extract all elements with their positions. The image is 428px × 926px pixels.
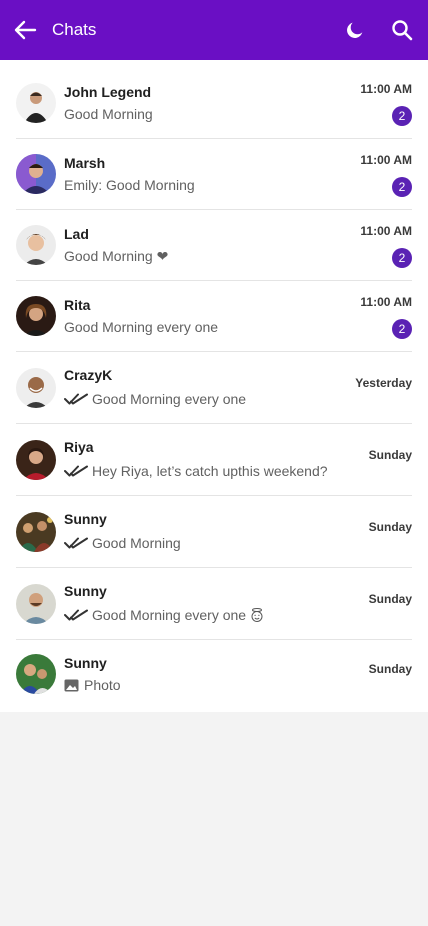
avatar: [16, 83, 56, 123]
avatar: [16, 512, 56, 552]
avatar: [16, 225, 56, 265]
chat-name: Sunny: [64, 511, 107, 527]
chat-message: Photo: [64, 676, 121, 694]
avatar: [16, 654, 56, 694]
chat-message-text: Emily: Good Morning: [64, 177, 195, 193]
chat-row-riya[interactable]: Riya Hey Riya, let’s catch upthis weeken…: [0, 424, 428, 496]
unread-badge: 2: [392, 106, 412, 126]
chat-row-rita[interactable]: Rita Good Morning every one 11:00 AM 2: [0, 281, 428, 352]
smiling-face-with-halo-icon: [251, 608, 263, 622]
chat-message-text: Good Morning every one: [64, 319, 219, 335]
double-check-icon: [64, 393, 88, 405]
chat-message: Emily: Good Morning: [64, 176, 195, 194]
chat-message-text: Good Morning ❤: [64, 248, 169, 264]
chat-row-sunny[interactable]: Sunny Good Morning every one Sunday: [0, 568, 428, 640]
chat-time: Sunday: [368, 520, 412, 534]
chat-name: CrazyK: [64, 367, 113, 383]
chat-row-crazyk[interactable]: CrazyK Good Morning every one Yesterday: [0, 352, 428, 424]
chat-time: 11:00 AM: [360, 153, 412, 167]
chat-name: Riya: [64, 439, 94, 455]
chat-message: Good Morning every one: [64, 390, 246, 408]
arrow-back-icon[interactable]: [12, 18, 38, 42]
chat-message-text: Good Morning: [64, 106, 153, 122]
chat-message: Good Morning every one: [64, 318, 218, 336]
search-icon[interactable]: [390, 18, 414, 42]
unread-badge: 2: [392, 319, 412, 339]
app-bar: Chats: [0, 0, 428, 60]
chat-message-text: Photo: [84, 677, 121, 693]
chat-message: Good Morning: [64, 105, 153, 123]
chat-name: Sunny: [64, 583, 107, 599]
chat-time: 11:00 AM: [360, 82, 412, 96]
chat-name: Marsh: [64, 155, 106, 171]
avatar: [16, 584, 56, 624]
chat-message: Hey Riya, let’s catch upthis weekend?: [64, 462, 328, 480]
chat-row-sunny[interactable]: Sunny Good Morning Sunday: [0, 496, 428, 568]
chat-time: 11:00 AM: [360, 295, 412, 309]
chat-name: John Legend: [64, 84, 152, 100]
unread-badge: 2: [392, 177, 412, 197]
moon-icon[interactable]: [344, 19, 366, 41]
chat-time: Sunday: [368, 662, 412, 676]
chat-time: Yesterday: [355, 376, 412, 390]
chat-message-text: Hey Riya, let’s catch upthis weekend?: [92, 463, 328, 479]
double-check-icon: [64, 537, 88, 549]
chat-list: John Legend Good Morning 11:00 AM 2 Mars…: [0, 60, 428, 712]
avatar: [16, 368, 56, 408]
chat-message: Good Morning ❤: [64, 247, 168, 265]
chat-message-text: Good Morning every one: [92, 607, 247, 623]
chat-time: 11:00 AM: [360, 224, 412, 238]
chat-row-sunny[interactable]: Sunny Photo Sunday: [0, 640, 428, 712]
avatar: [16, 154, 56, 194]
chat-time: Sunday: [368, 592, 412, 606]
chat-time: Sunday: [368, 448, 412, 462]
avatar: [16, 440, 56, 480]
avatar: [16, 296, 56, 336]
chat-row-lad[interactable]: Lad Good Morning ❤ 11:00 AM 2: [0, 210, 428, 281]
chat-message-text: Good Morning every one: [92, 391, 247, 407]
chat-name: Sunny: [64, 655, 107, 671]
chat-message: Good Morning: [64, 534, 181, 552]
photo-icon: [64, 679, 79, 691]
page-title: Chats: [52, 20, 97, 39]
chat-message-text: Good Morning: [92, 535, 181, 551]
unread-badge: 2: [392, 248, 412, 268]
chat-message: Good Morning every one: [64, 606, 264, 624]
double-check-icon: [64, 465, 88, 477]
double-check-icon: [64, 609, 88, 621]
chat-row-john-legend[interactable]: John Legend Good Morning 11:00 AM 2: [0, 60, 428, 139]
chat-name: Lad: [64, 226, 89, 242]
chat-name: Rita: [64, 297, 91, 313]
chat-row-marsh[interactable]: Marsh Emily: Good Morning 11:00 AM 2: [0, 139, 428, 210]
